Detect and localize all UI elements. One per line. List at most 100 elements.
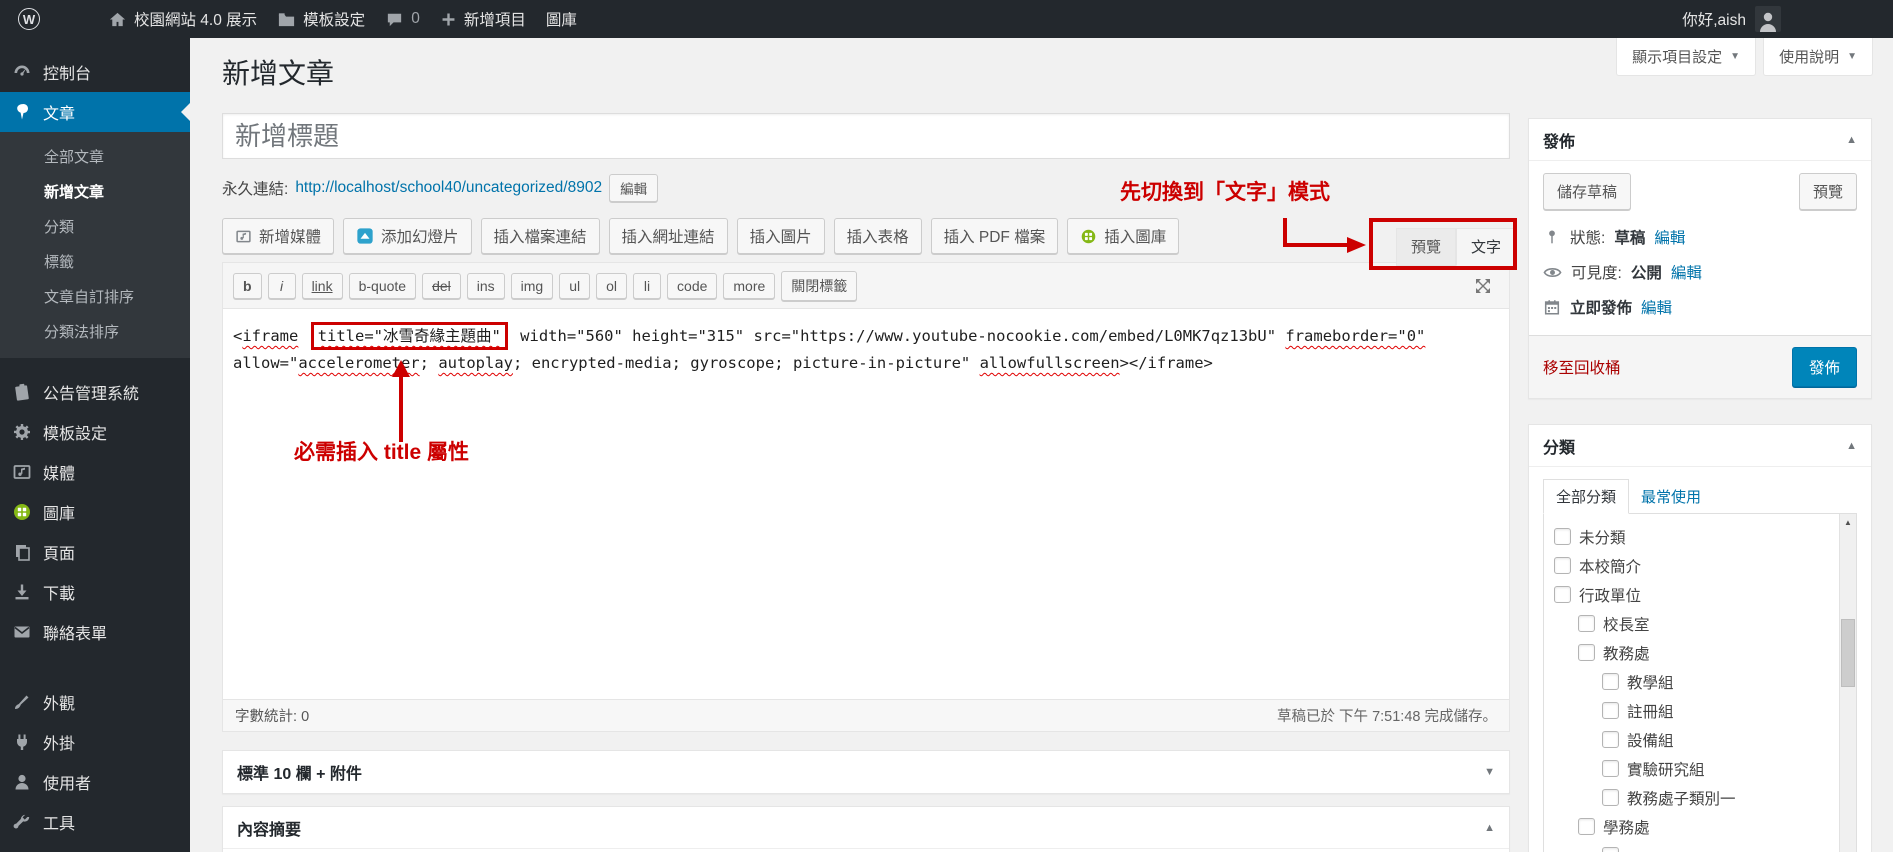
- quicktag-link[interactable]: link: [302, 273, 343, 299]
- chevron-down-icon[interactable]: ▼: [1484, 766, 1495, 778]
- tab-all-categories[interactable]: 全部分類: [1543, 479, 1629, 514]
- sidebar-item-media[interactable]: 媒體: [0, 452, 190, 492]
- quicktag-blockquote[interactable]: b-quote: [349, 273, 416, 299]
- insert-gallery-button[interactable]: 插入圖庫: [1067, 218, 1179, 254]
- admin-bar-account[interactable]: 你好,aish: [1682, 6, 1781, 32]
- checkbox-icon[interactable]: [1602, 673, 1619, 690]
- sidebar-item-template-settings[interactable]: 模板設定: [0, 412, 190, 452]
- help-button[interactable]: 使用說明 ▼: [1763, 38, 1873, 76]
- button-label: 插入檔案連結: [494, 225, 587, 247]
- quicktag-ul[interactable]: ul: [559, 273, 590, 299]
- category-item[interactable]: 實驗研究組: [1554, 754, 1834, 783]
- add-media-button[interactable]: 新增媒體: [222, 218, 334, 254]
- quicktag-code[interactable]: code: [667, 273, 717, 299]
- category-list-scrollbar[interactable]: ▲: [1839, 514, 1856, 852]
- admin-bar-template-link[interactable]: 模板設定: [267, 0, 375, 38]
- category-item[interactable]: 教務處: [1554, 638, 1834, 667]
- submenu-post-order[interactable]: 文章自訂排序: [0, 279, 190, 314]
- post-title-input[interactable]: [222, 113, 1510, 159]
- category-item[interactable]: 學務處: [1554, 812, 1834, 841]
- sidebar-item-pages[interactable]: 頁面: [0, 532, 190, 572]
- category-item[interactable]: 設備組: [1554, 725, 1834, 754]
- quicktag-ol[interactable]: ol: [596, 273, 627, 299]
- submenu-taxonomy-order[interactable]: 分類法排序: [0, 314, 190, 349]
- admin-bar-new-item[interactable]: 新增項目: [430, 0, 536, 38]
- sidebar-item-downloads[interactable]: 下載: [0, 572, 190, 612]
- post-content-textarea[interactable]: <iframe title="冰雪奇緣主題曲" width="560" heig…: [223, 309, 1509, 391]
- submenu-tags[interactable]: 標籤: [0, 244, 190, 279]
- quicktag-close-tags[interactable]: 關閉標籤: [781, 271, 857, 301]
- submenu-add-new-post[interactable]: 新增文章: [0, 174, 190, 209]
- sidebar-item-gallery[interactable]: 圖庫: [0, 492, 190, 532]
- category-item[interactable]: 本校簡介: [1554, 551, 1834, 580]
- insert-image-button[interactable]: 插入圖片: [737, 218, 825, 254]
- permalink-url[interactable]: http://localhost/school40/uncategorized/…: [295, 179, 602, 197]
- checkbox-icon[interactable]: [1578, 818, 1595, 835]
- insert-table-button[interactable]: 插入表格: [834, 218, 922, 254]
- quicktag-del[interactable]: del: [422, 273, 461, 299]
- quicktag-li[interactable]: li: [633, 273, 661, 299]
- wordpress-logo-menu[interactable]: W: [8, 0, 50, 38]
- chevron-up-icon[interactable]: ▲: [1846, 134, 1857, 146]
- sidebar-item-settings[interactable]: 設定: [0, 842, 190, 852]
- publish-button[interactable]: 發佈: [1792, 347, 1857, 387]
- add-slideshow-button[interactable]: 添加幻燈片: [343, 218, 472, 254]
- checkbox-icon[interactable]: [1554, 528, 1571, 545]
- admin-bar-site-link[interactable]: 校園網站 4.0 展示: [98, 0, 267, 38]
- sidebar-item-dashboard[interactable]: 控制台: [0, 52, 190, 92]
- checkbox-icon[interactable]: [1554, 557, 1571, 574]
- category-item[interactable]: 註冊組: [1554, 696, 1834, 725]
- quicktag-italic[interactable]: i: [268, 273, 296, 299]
- category-item[interactable]: 校長室: [1554, 609, 1834, 638]
- checkbox-icon[interactable]: [1602, 789, 1619, 806]
- checkbox-icon[interactable]: [1602, 847, 1619, 852]
- quicktag-more[interactable]: more: [723, 273, 775, 299]
- sidebar-item-appearance[interactable]: 外觀: [0, 682, 190, 722]
- sidebar-item-label: 下載: [43, 580, 75, 604]
- sidebar-item-users[interactable]: 使用者: [0, 762, 190, 802]
- preview-button[interactable]: 預覽: [1799, 173, 1857, 210]
- scrollbar-thumb[interactable]: [1841, 619, 1855, 687]
- checkbox-icon[interactable]: [1554, 586, 1571, 603]
- insert-file-link-button[interactable]: 插入檔案連結: [481, 218, 600, 254]
- category-item[interactable]: 行政單位: [1554, 580, 1834, 609]
- edit-visibility-link[interactable]: 編輯: [1671, 261, 1702, 283]
- screen-options-button[interactable]: 顯示項目設定 ▼: [1616, 38, 1756, 76]
- quicktag-ins[interactable]: ins: [467, 273, 505, 299]
- sidebar-item-announcements[interactable]: 公告管理系統: [0, 372, 190, 412]
- admin-bar-comments[interactable]: 0: [375, 0, 430, 38]
- fullscreen-icon[interactable]: [1473, 276, 1493, 296]
- sidebar-item-contact-forms[interactable]: 聯絡表單: [0, 612, 190, 652]
- category-item-partial[interactable]: [1554, 841, 1834, 852]
- sidebar-item-posts[interactable]: 文章: [0, 92, 190, 132]
- checkbox-icon[interactable]: [1602, 702, 1619, 719]
- submenu-categories[interactable]: 分類: [0, 209, 190, 244]
- quicktag-bold[interactable]: b: [233, 273, 262, 299]
- tab-most-used[interactable]: 最常使用: [1629, 480, 1713, 513]
- edit-permalink-button[interactable]: 編輯: [609, 174, 658, 202]
- checkbox-icon[interactable]: [1578, 644, 1595, 661]
- sidebar-item-plugins[interactable]: 外掛: [0, 722, 190, 762]
- sidebar-item-tools[interactable]: 工具: [0, 802, 190, 842]
- checkbox-icon[interactable]: [1578, 615, 1595, 632]
- chevron-up-icon[interactable]: ▲: [1846, 440, 1857, 452]
- submenu-all-posts[interactable]: 全部文章: [0, 139, 190, 174]
- move-to-trash-link[interactable]: 移至回收桶: [1543, 356, 1621, 378]
- save-draft-button[interactable]: 儲存草稿: [1543, 173, 1631, 210]
- category-item[interactable]: 教務處子類別一: [1554, 783, 1834, 812]
- edit-schedule-link[interactable]: 編輯: [1641, 296, 1672, 318]
- tab-visual-preview[interactable]: 預覽: [1396, 228, 1456, 266]
- tab-text[interactable]: 文字: [1456, 228, 1516, 266]
- button-label: 添加幻燈片: [381, 225, 459, 247]
- edit-status-link[interactable]: 編輯: [1654, 226, 1685, 248]
- quicktag-img[interactable]: img: [511, 273, 554, 299]
- checkbox-icon[interactable]: [1602, 760, 1619, 777]
- chevron-up-icon[interactable]: ▲: [1484, 822, 1495, 834]
- scroll-up-icon[interactable]: ▲: [1840, 514, 1856, 531]
- category-item[interactable]: 未分類: [1554, 522, 1834, 551]
- insert-url-link-button[interactable]: 插入網址連結: [609, 218, 728, 254]
- insert-pdf-button[interactable]: 插入 PDF 檔案: [931, 218, 1059, 254]
- category-item[interactable]: 教學組: [1554, 667, 1834, 696]
- admin-bar-gallery-link[interactable]: 圖庫: [536, 0, 587, 38]
- checkbox-icon[interactable]: [1602, 731, 1619, 748]
